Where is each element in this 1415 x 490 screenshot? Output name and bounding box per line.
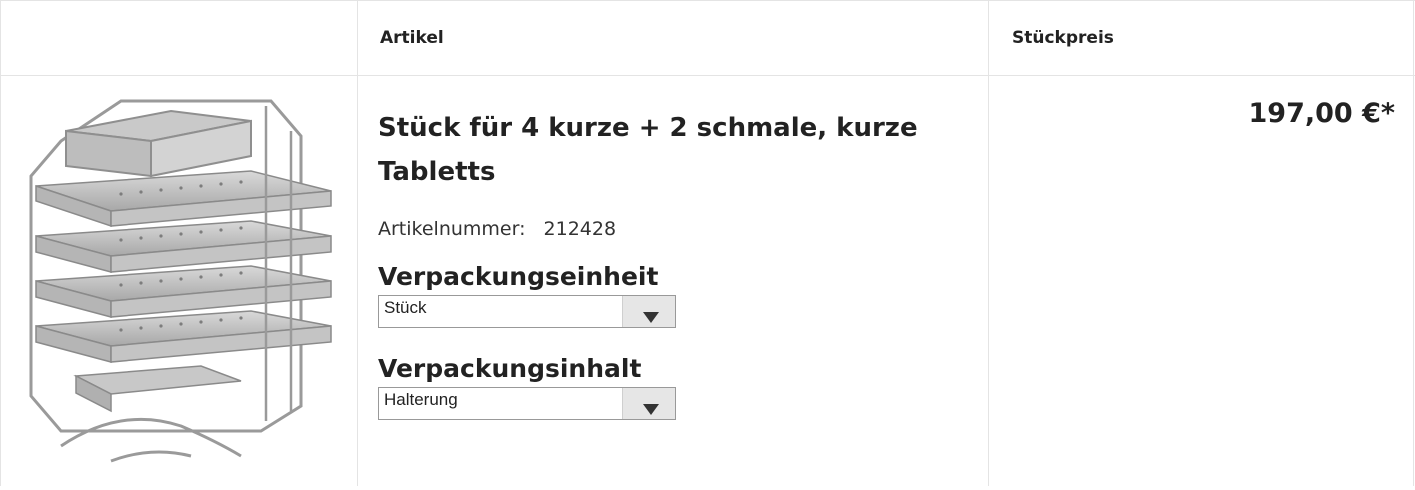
product-title[interactable]: Stück für 4 kurze + 2 schmale, kurze Tab…: [378, 106, 978, 194]
unit-price: 197,00 €*: [1248, 98, 1396, 129]
tray-1: [35, 170, 332, 228]
chevron-down-icon: [643, 404, 659, 415]
packaging-content-label: Verpackungsinhalt: [378, 354, 642, 383]
article-number-row: Artikelnummer: 212428: [378, 218, 978, 240]
packaging-unit-value: Stück: [384, 298, 427, 317]
product-table: Artikel Stückpreis Stück für 4 kurze + 2…: [0, 0, 1415, 486]
tray-2: [35, 220, 332, 273]
tray-3: [35, 265, 332, 318]
article-cell: Stück für 4 kurze + 2 schmale, kurze Tab…: [378, 76, 978, 420]
table-border-right: [1413, 0, 1414, 486]
tray-4: [35, 310, 332, 363]
chevron-down-icon: [643, 312, 659, 323]
packaging-unit-select[interactable]: Stück: [378, 295, 676, 328]
article-number-value: 212428: [543, 218, 617, 240]
packaging-content-value: Halterung: [384, 390, 458, 409]
header-unit-price: Stückpreis: [1012, 27, 1114, 48]
column-divider-2: [988, 0, 989, 486]
rack-illustration: [29, 99, 332, 463]
column-divider-1: [357, 0, 358, 486]
packaging-content-select[interactable]: Halterung: [378, 387, 676, 420]
article-number-label: Artikelnummer:: [378, 218, 526, 240]
product-image[interactable]: [1, 76, 357, 486]
price-cell: 197,00 €*: [989, 76, 1396, 129]
packaging-unit-label: Verpackungseinheit: [378, 262, 659, 291]
header-image-column: [0, 0, 357, 75]
packaging-content-dropdown-button[interactable]: [622, 388, 675, 419]
packaging-unit-dropdown-button[interactable]: [622, 296, 675, 327]
header-article: Artikel: [380, 27, 444, 48]
